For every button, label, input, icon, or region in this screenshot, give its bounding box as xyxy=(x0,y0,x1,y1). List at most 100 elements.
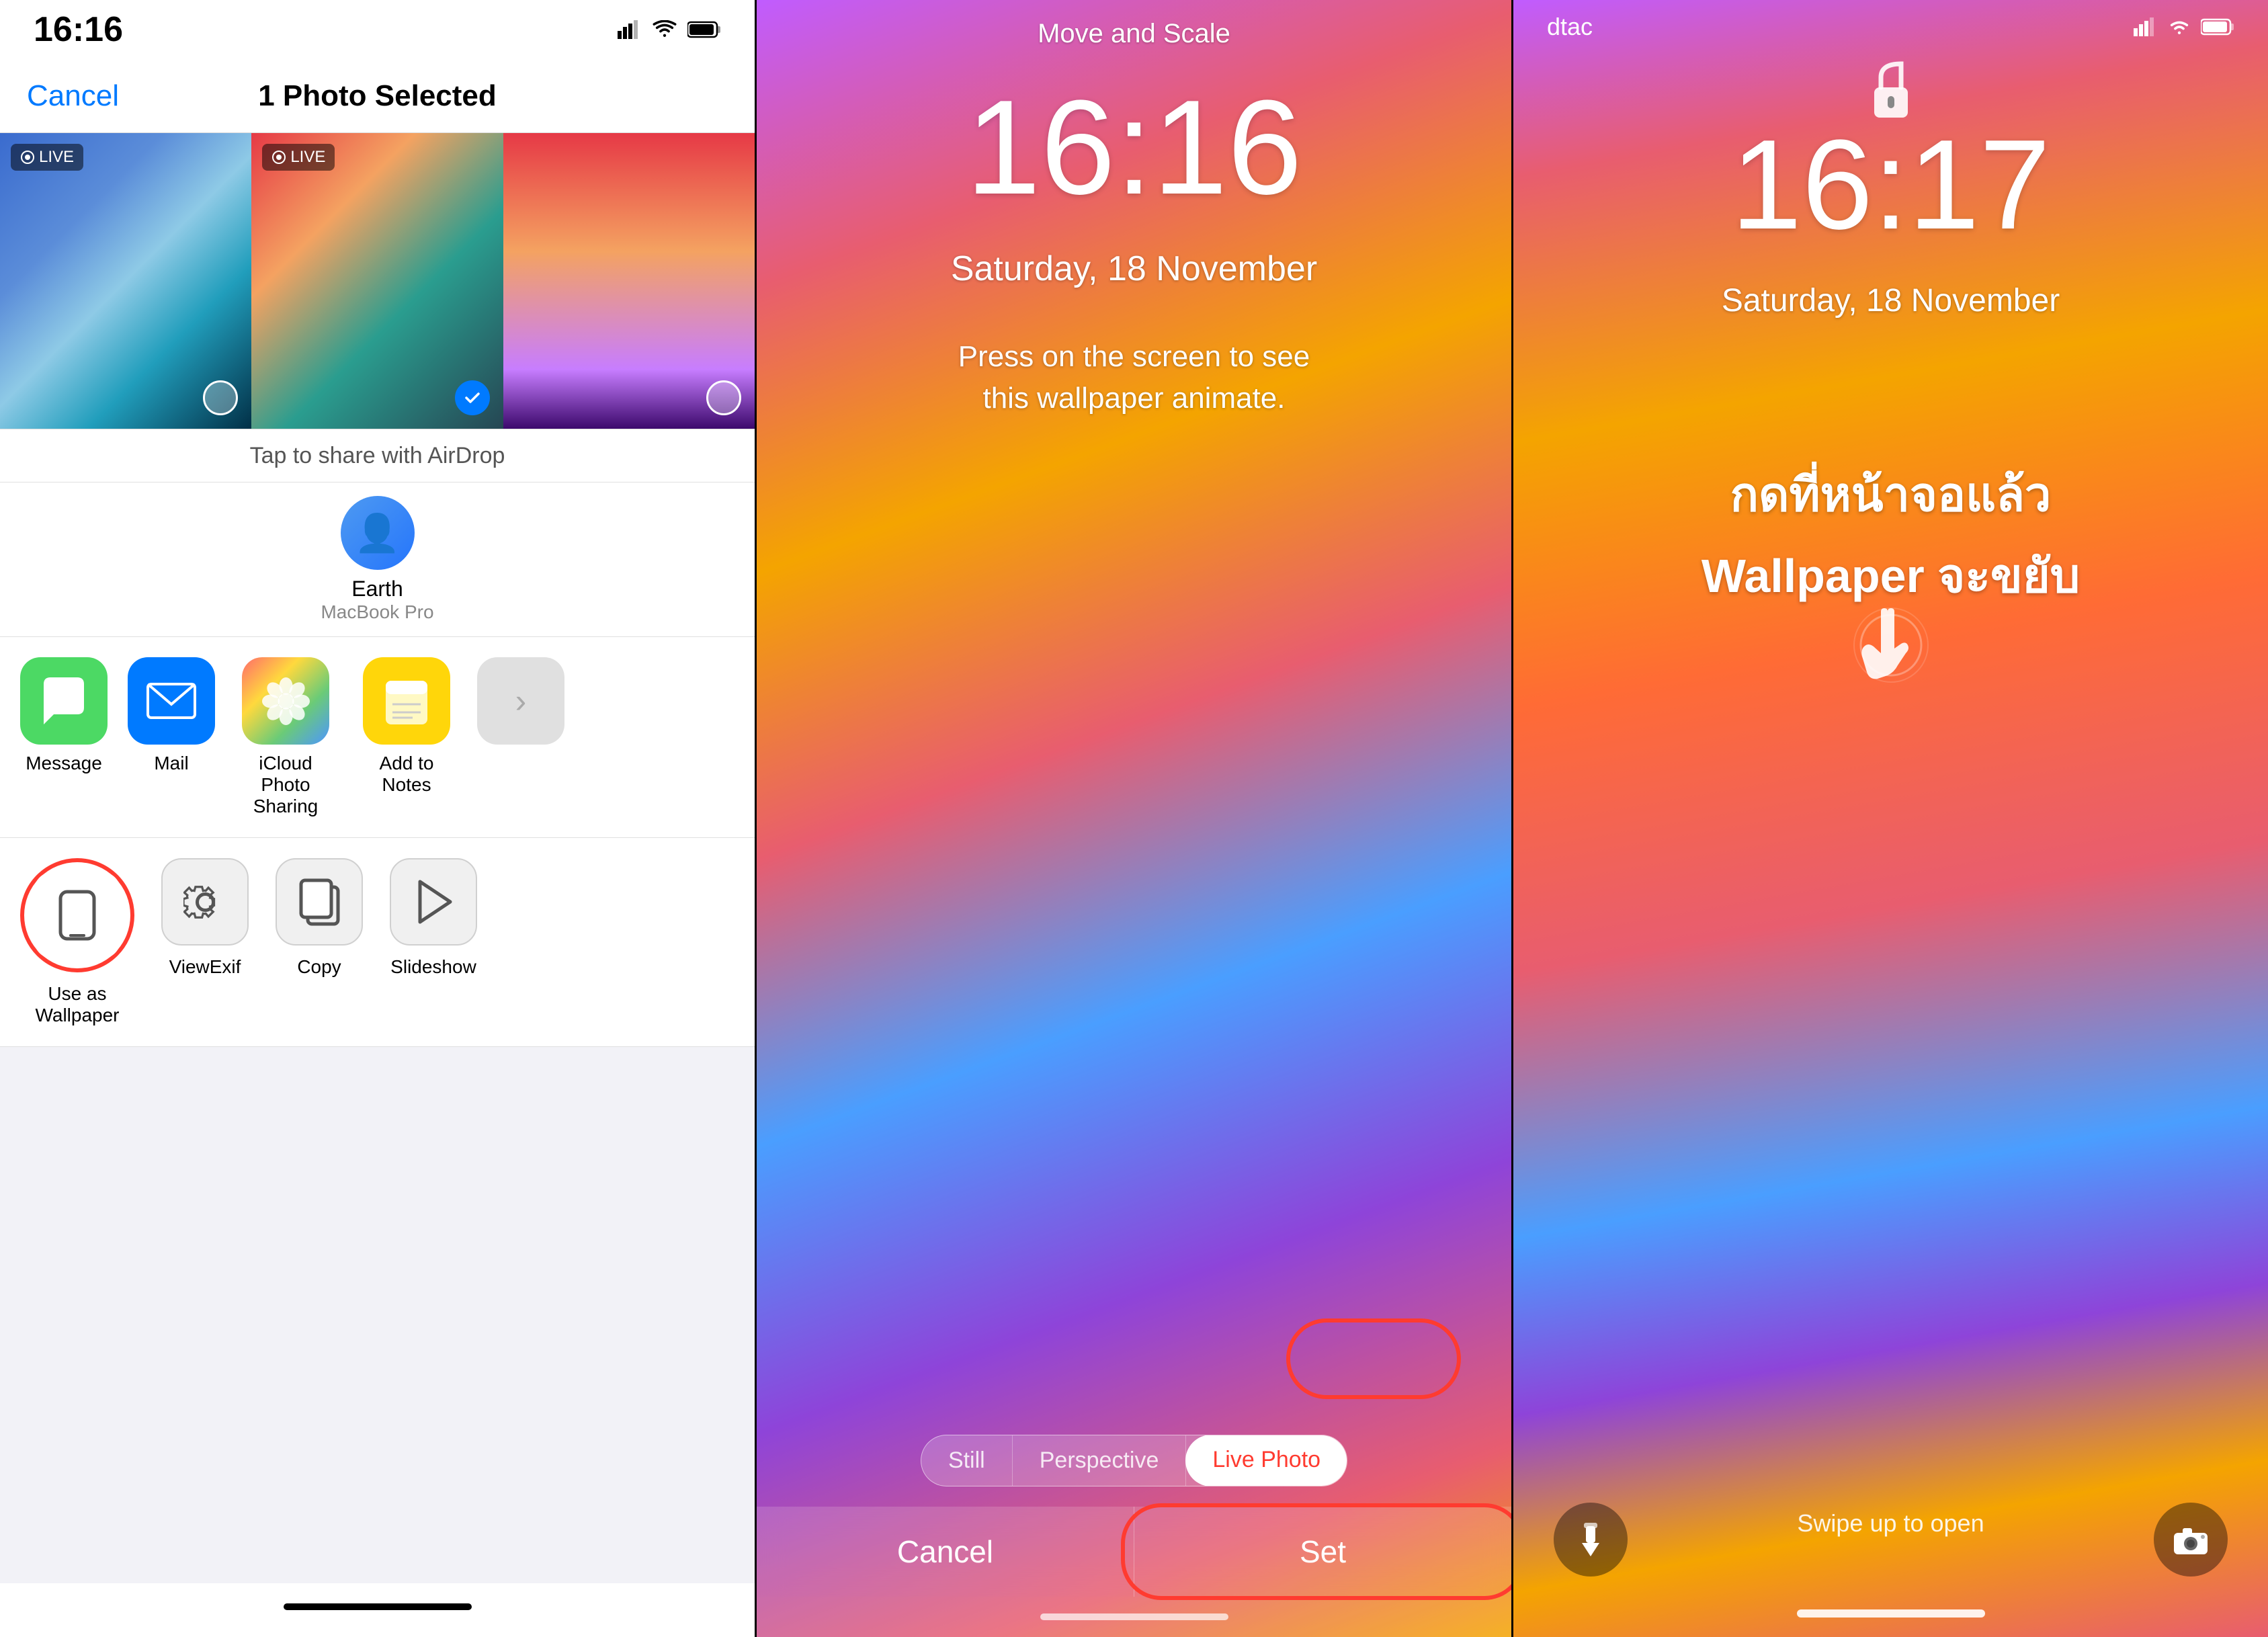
panel3-home-bar xyxy=(1513,1590,2268,1637)
panel3-controls: Swipe up to open xyxy=(1513,1482,2268,1590)
share-app-mail[interactable]: Mail xyxy=(128,657,215,817)
battery-icon xyxy=(687,21,721,38)
mail-app-icon xyxy=(128,657,215,745)
share-sheet-panel: 16:16 Cancel 1 Photo Selected xyxy=(0,0,755,1637)
cancel-button[interactable]: Cancel xyxy=(27,79,119,113)
page-title: 1 Photo Selected xyxy=(258,79,497,113)
wallpaper-label: Use asWallpaper xyxy=(35,983,119,1026)
copy-label: Copy xyxy=(297,956,341,978)
touch-pointer-icon xyxy=(1513,605,2268,699)
icloud-photos-app-icon xyxy=(242,657,329,745)
slideshow-label: Slideshow xyxy=(390,956,476,978)
panel2-set-button[interactable]: Set xyxy=(1134,1507,1511,1597)
airdrop-hint: Tap to share with AirDrop xyxy=(0,429,755,482)
camera-icon xyxy=(2171,1523,2211,1556)
lock-screen-panel: dtac 16:17 xyxy=(1513,0,2268,1637)
live-photo-highlight-circle xyxy=(1286,1318,1461,1399)
panel2-time: 16:16 xyxy=(757,81,1511,215)
notes-pad-icon xyxy=(382,674,431,728)
slideshow-action[interactable]: Slideshow xyxy=(390,858,477,978)
camera-button[interactable] xyxy=(2154,1503,2228,1577)
icloud-photos-label: iCloud PhotoSharing xyxy=(235,753,336,817)
move-scale-panel: Move and Scale 16:16 Saturday, 18 Novemb… xyxy=(757,0,1511,1637)
copy-icon-box xyxy=(276,858,363,946)
device-name: Earth xyxy=(351,577,403,601)
status-bar: 16:16 xyxy=(0,0,755,59)
live-circle-icon-2 xyxy=(271,150,286,165)
device-avatar: 👤 xyxy=(341,496,415,570)
message-app-icon xyxy=(20,657,108,745)
select-circle-3[interactable] xyxy=(706,380,741,415)
torch-button[interactable] xyxy=(1554,1503,1628,1577)
notes-app-label: Add to Notes xyxy=(356,753,457,796)
view-exif-action[interactable]: ViewExif xyxy=(161,858,249,978)
message-bubble-icon xyxy=(37,674,91,728)
type-perspective[interactable]: Perspective xyxy=(1013,1435,1187,1486)
copy-action[interactable]: Copy xyxy=(276,858,363,978)
panel2-hint: Press on the screen to seethis wallpaper… xyxy=(757,336,1511,419)
partial-app-icon: › xyxy=(477,657,564,745)
type-still[interactable]: Still xyxy=(921,1435,1013,1486)
panel2-header: Move and Scale xyxy=(757,0,1511,67)
live-badge-2: LIVE xyxy=(262,144,335,171)
photo-thumb-3[interactable] xyxy=(503,133,755,429)
panel2-home-bar xyxy=(757,1597,1511,1637)
select-circle-1[interactable] xyxy=(203,380,238,415)
share-app-partial[interactable]: › xyxy=(477,657,564,817)
viewexif-icon xyxy=(161,858,249,946)
panel2-bottom: Still Perspective Live Photo Cancel Set xyxy=(757,1435,1511,1637)
signal-icon-p3 xyxy=(2134,17,2158,36)
live-badge-1: LIVE xyxy=(11,144,83,171)
lock-icon-area xyxy=(1513,60,2268,121)
home-indicator xyxy=(0,1583,755,1637)
mail-envelope-icon xyxy=(144,681,198,721)
panel2-title: Move and Scale xyxy=(1038,19,1230,49)
panel2-cancel-button[interactable]: Cancel xyxy=(757,1507,1134,1597)
photo-thumb-2[interactable]: LIVE xyxy=(251,133,503,429)
play-icon xyxy=(413,878,454,925)
share-app-message[interactable]: Message xyxy=(20,657,108,817)
photo-thumb-1[interactable]: LIVE xyxy=(0,133,251,429)
type-live-photo[interactable]: Live Photo xyxy=(1185,1435,1347,1486)
lock-icon xyxy=(1864,60,1918,121)
panel3-time: 16:17 xyxy=(1513,121,2268,249)
photo-grid: LIVE LIVE xyxy=(0,133,755,429)
photos-flower-icon xyxy=(261,676,311,726)
select-circle-2[interactable] xyxy=(455,380,490,415)
panel2-home-pill xyxy=(1040,1613,1228,1620)
home-bar xyxy=(284,1603,472,1610)
thai-line1: กดที่หน้าจอแล้ว xyxy=(1554,457,2228,532)
viewexif-label: ViewExif xyxy=(169,956,241,978)
panel2-date: Saturday, 18 November xyxy=(757,249,1511,289)
signal-icon xyxy=(618,20,642,39)
swipe-hint: Swipe up to open xyxy=(1790,1503,1990,1577)
thai-line2: Wallpaper จะขยับ xyxy=(1554,538,2228,613)
wifi-icon xyxy=(653,20,677,39)
nav-bar: Cancel 1 Photo Selected xyxy=(0,59,755,133)
wifi-icon-p3 xyxy=(2167,17,2191,36)
type-pill: Still Perspective Live Photo xyxy=(921,1435,1347,1486)
panel3-status-bar: dtac xyxy=(1513,0,2268,54)
panel2-actions: Cancel Set xyxy=(757,1507,1511,1597)
share-app-notes[interactable]: Add to Notes xyxy=(356,657,457,817)
live-circle-icon xyxy=(20,150,35,165)
copy-icon xyxy=(298,877,341,927)
status-time: 16:16 xyxy=(34,9,123,50)
use-as-wallpaper-action[interactable]: Use asWallpaper xyxy=(20,858,134,1026)
status-icons xyxy=(618,20,721,39)
carrier-label: dtac xyxy=(1547,13,1593,41)
panel3-home-pill xyxy=(1797,1609,1985,1618)
actions-row: Use asWallpaper ViewExif Copy xyxy=(0,838,755,1047)
phone-icon xyxy=(54,888,101,942)
mail-app-label: Mail xyxy=(154,753,188,774)
checkmark-icon xyxy=(462,388,482,408)
panel3-status-icons xyxy=(2134,17,2234,36)
airdrop-device[interactable]: 👤 Earth MacBook Pro xyxy=(0,482,755,637)
thai-instruction: กดที่หน้าจอแล้ว Wallpaper จะขยับ xyxy=(1513,457,2268,613)
message-app-label: Message xyxy=(26,753,102,774)
wallpaper-icon xyxy=(34,872,121,959)
battery-icon-p3 xyxy=(2201,18,2234,36)
device-type: MacBook Pro xyxy=(321,601,433,623)
share-app-icloud-photos[interactable]: iCloud PhotoSharing xyxy=(235,657,336,817)
torch-icon xyxy=(1574,1519,1607,1560)
